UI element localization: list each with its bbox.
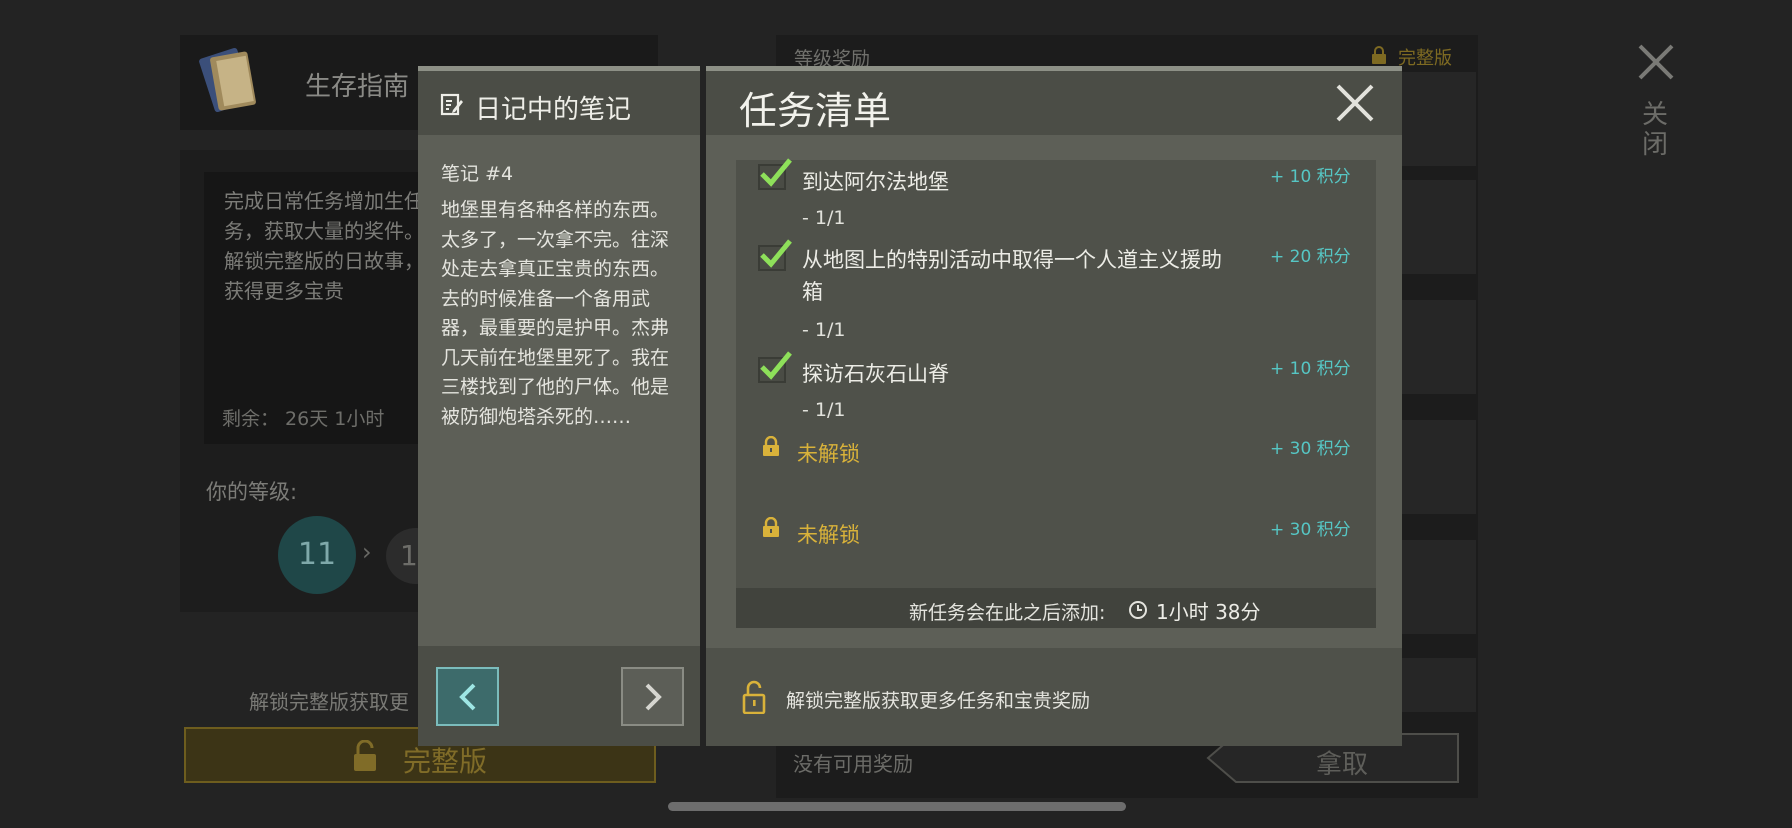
- lock-icon: [1372, 46, 1386, 64]
- lock-icon: [763, 517, 779, 537]
- chevron-left-icon: [458, 683, 475, 710]
- close-icon[interactable]: [1634, 40, 1678, 84]
- new-task-label: 新任务会在此之后添加:: [909, 602, 1106, 624]
- take-button-label: 拿取: [1316, 750, 1369, 780]
- close-label[interactable]: 关闭: [1640, 100, 1670, 160]
- full-version-button-label: 完整版: [403, 745, 488, 778]
- task-name: 探访石灰石山脊: [802, 362, 949, 386]
- reward-row: [1400, 540, 1476, 634]
- previous-note-button[interactable]: [436, 667, 499, 726]
- note-number: 笔记 #4: [441, 163, 514, 185]
- unlock-full-version-text[interactable]: 解锁完整版获取更多任务和宝贵奖励: [786, 686, 1090, 713]
- reward-row: [1400, 658, 1476, 712]
- unlock-icon: [742, 680, 766, 714]
- book-icon: [199, 47, 256, 113]
- task-progress: - 1/1: [802, 399, 846, 421]
- close-icon[interactable]: [1335, 83, 1375, 123]
- reward-row: [1400, 72, 1476, 166]
- no-reward-text: 没有可用奖励: [793, 752, 913, 776]
- remaining-time: 剩余： 26天 1小时: [222, 408, 385, 430]
- chevron-right-icon: [645, 683, 662, 710]
- locked-task: 未解锁: [797, 523, 860, 547]
- unlock-icon: [354, 740, 376, 771]
- task-points: + 30 积分: [1270, 520, 1351, 540]
- task-points: + 10 积分: [1270, 359, 1351, 379]
- clock-icon: [1129, 601, 1147, 619]
- current-level-badge: 11: [278, 516, 356, 594]
- lock-icon: [763, 436, 779, 456]
- home-indicator[interactable]: [668, 802, 1126, 811]
- reward-row: [1400, 300, 1476, 394]
- reward-row: [1400, 180, 1476, 274]
- guide-description: 完成日常任务增加生任务，获取大量的奖件。解锁完整版的日故事，获得更多宝贵: [224, 189, 424, 303]
- task-name: 到达阿尔法地堡: [802, 170, 949, 194]
- level-arrow-icon: ›: [362, 538, 372, 566]
- check-icon: [760, 351, 792, 380]
- task-list-title: 任务清单: [739, 89, 892, 133]
- next-note-button[interactable]: [621, 667, 684, 726]
- new-task-time: 1小时 38分: [1156, 600, 1261, 624]
- note-text: 地堡里有各种各样的东西。太多了，一次拿不完。往深处走去拿真正宝贵的东西。去的时候…: [441, 199, 670, 428]
- level-label: 你的等级:: [206, 480, 298, 504]
- task-checkbox: [758, 351, 792, 383]
- task-name: 从地图上的特别活动中取得一个人道主义援助箱: [802, 248, 1222, 304]
- locked-task: 未解锁: [797, 442, 860, 466]
- guide-unlock-text: 解锁完整版获取更: [249, 690, 409, 714]
- full-version-tag: 完整版: [1398, 48, 1452, 69]
- check-icon: [760, 158, 792, 187]
- notepad-icon: [440, 93, 463, 116]
- task-checkbox: [758, 239, 792, 271]
- task-progress: - 1/1: [802, 207, 846, 229]
- check-icon: [760, 239, 792, 268]
- task-points: + 10 积分: [1270, 167, 1351, 187]
- task-progress: - 1/1: [802, 319, 846, 341]
- note-title: 日记中的笔记: [475, 95, 632, 125]
- task-checkbox: [758, 158, 792, 190]
- reward-row: [1400, 420, 1476, 514]
- guide-title: 生存指南: [305, 72, 410, 102]
- task-points: + 20 积分: [1270, 247, 1351, 267]
- task-points: + 30 积分: [1270, 439, 1351, 459]
